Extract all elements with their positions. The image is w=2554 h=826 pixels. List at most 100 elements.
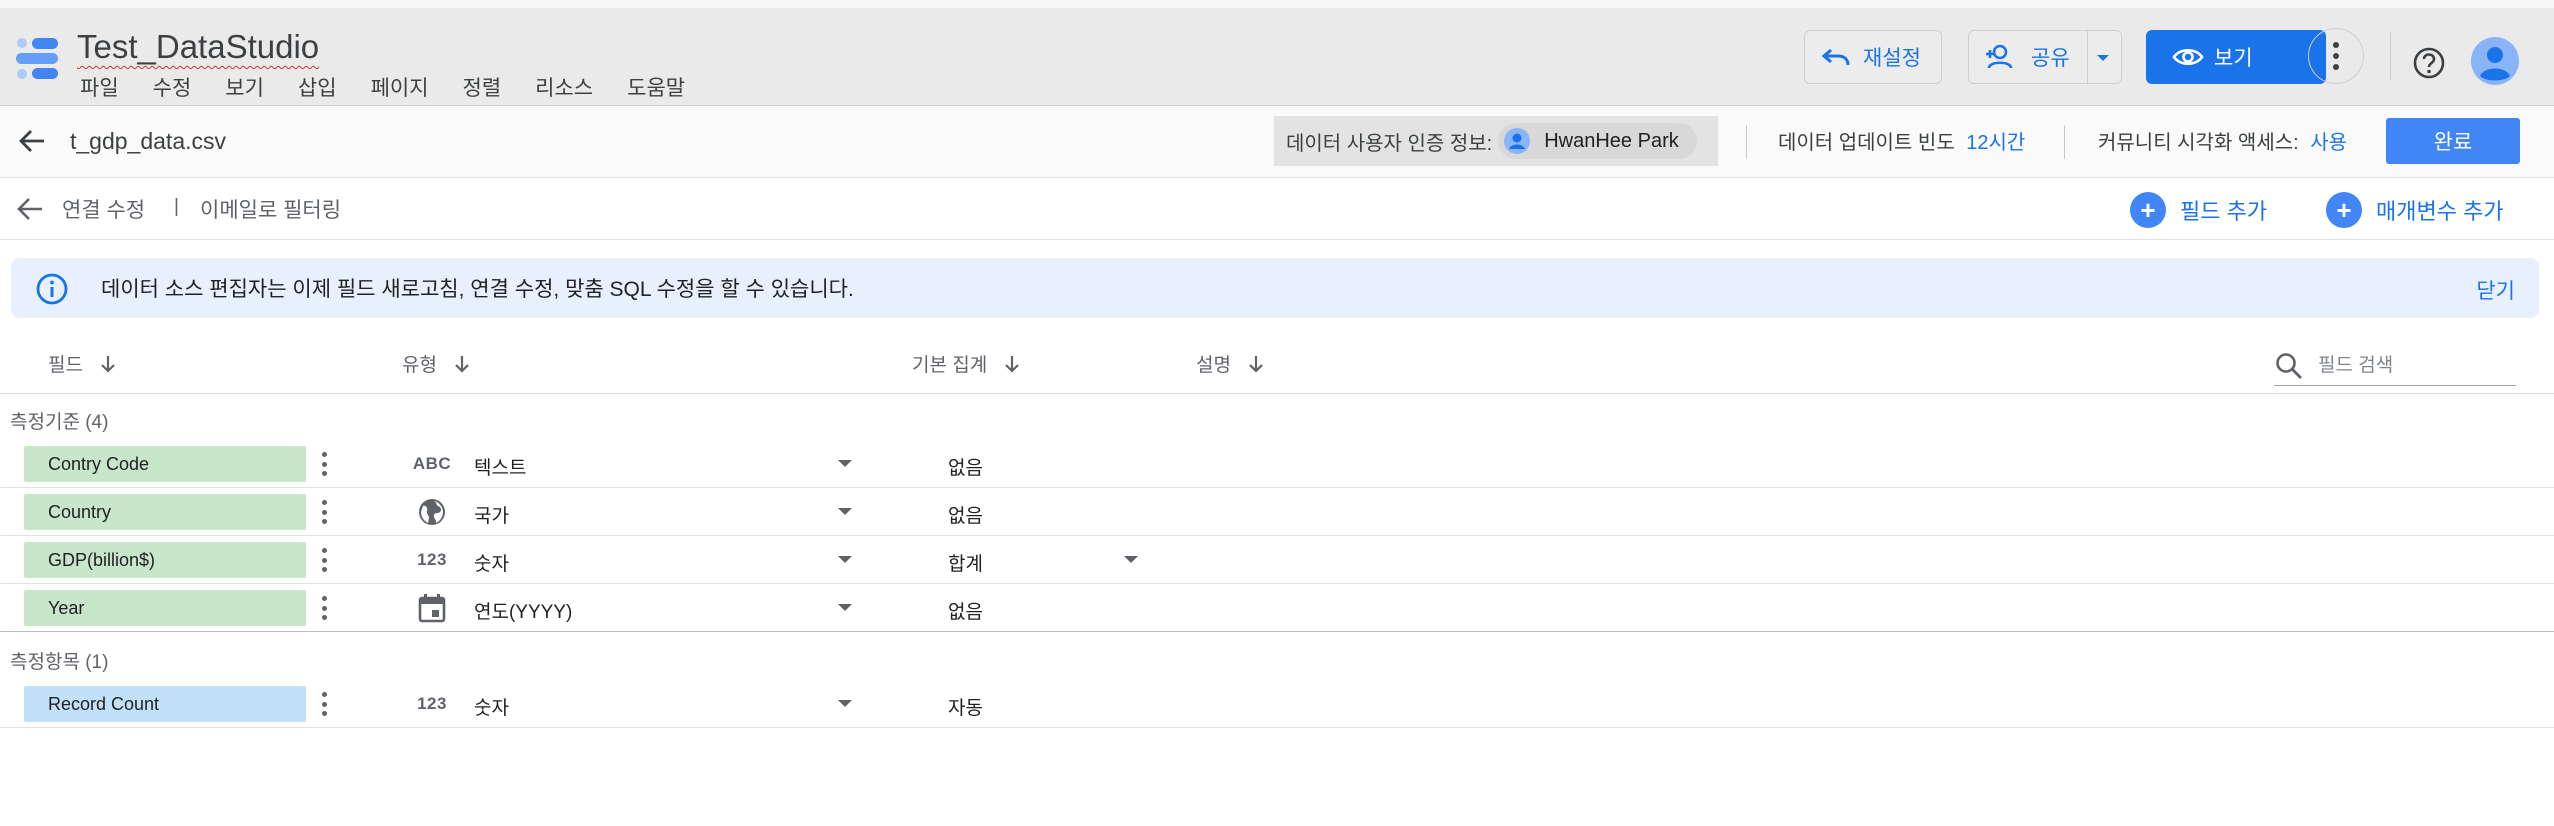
column-type-label: 유형 bbox=[402, 355, 437, 376]
column-aggregation[interactable]: 기본 집계 bbox=[912, 350, 1021, 377]
back-arrow-icon[interactable] bbox=[18, 128, 46, 154]
add-person-icon bbox=[1986, 44, 2013, 69]
add-parameter-label: 매개변수 추가 bbox=[2376, 199, 2504, 224]
field-menu-button[interactable] bbox=[316, 546, 332, 574]
data-source-name[interactable]: t_gdp_data.csv bbox=[70, 128, 226, 155]
user-avatar-icon bbox=[1504, 128, 1531, 154]
field-search[interactable] bbox=[2274, 346, 2516, 386]
aggregation-dropdown-icon[interactable] bbox=[1124, 556, 1138, 563]
menu-view[interactable]: 보기 bbox=[225, 72, 264, 102]
search-input[interactable] bbox=[2318, 354, 2488, 377]
email-filter-link[interactable]: 이메일로 필터링 bbox=[200, 194, 341, 224]
community-viz-access[interactable]: 커뮤니티 시각화 액세스: 사용 bbox=[2098, 126, 2347, 155]
field-name-chip[interactable]: Country bbox=[24, 494, 306, 530]
reset-button[interactable]: 재설정 bbox=[1804, 30, 1942, 84]
globe-icon bbox=[412, 496, 452, 528]
avatar[interactable] bbox=[2470, 36, 2520, 86]
menu-file[interactable]: 파일 bbox=[80, 72, 119, 102]
freshness-label: 데이터 업데이트 빈도 bbox=[1778, 132, 1955, 154]
banner-close-link[interactable]: 닫기 bbox=[2476, 275, 2515, 305]
share-dropdown-icon[interactable] bbox=[2097, 55, 2109, 61]
number-type-icon: 123 bbox=[417, 550, 447, 569]
info-icon bbox=[36, 273, 68, 305]
reset-label: 재설정 bbox=[1863, 47, 1921, 70]
field-aggregation: 없음 bbox=[948, 506, 983, 527]
datastudio-logo-icon[interactable] bbox=[14, 36, 60, 80]
type-dropdown-icon[interactable] bbox=[838, 460, 852, 467]
undo-icon bbox=[1821, 48, 1850, 66]
type-dropdown-icon[interactable] bbox=[838, 556, 852, 563]
help-icon[interactable] bbox=[2412, 46, 2446, 80]
field-menu-button[interactable] bbox=[316, 594, 332, 622]
menu-insert[interactable]: 삽입 bbox=[298, 72, 337, 102]
field-aggregation: 자동 bbox=[948, 698, 983, 719]
credentials-box[interactable]: 데이터 사용자 인증 정보: HwanHee Park bbox=[1274, 116, 1718, 166]
column-type[interactable]: 유형 bbox=[402, 350, 471, 377]
number-type-icon: 123 bbox=[417, 694, 447, 713]
column-aggregation-label: 기본 집계 bbox=[912, 355, 988, 376]
type-dropdown-icon[interactable] bbox=[838, 508, 852, 515]
field-menu-button[interactable] bbox=[316, 450, 332, 478]
more-options-button[interactable] bbox=[2308, 28, 2364, 84]
field-type[interactable]: 연도(YYYY) bbox=[474, 597, 572, 624]
view-button[interactable]: 보기 bbox=[2146, 30, 2326, 84]
report-title[interactable]: Test_DataStudio bbox=[77, 28, 319, 66]
field-type[interactable]: 숫자 bbox=[474, 693, 509, 720]
credentials-user-chip[interactable]: HwanHee Park bbox=[1498, 123, 1697, 159]
edit-connection-link[interactable]: 연결 수정 bbox=[62, 194, 145, 224]
field-type[interactable]: 국가 bbox=[474, 501, 509, 528]
add-parameter-button[interactable]: + 매개변수 추가 bbox=[2326, 192, 2504, 228]
calendar-icon bbox=[412, 592, 452, 624]
menu-edit[interactable]: 수정 bbox=[153, 72, 192, 102]
table-row: Contry Code ABC 텍스트 없음 bbox=[0, 440, 2554, 488]
info-banner: 데이터 소스 편집자는 이제 필드 새로고침, 연결 수정, 맞춤 SQL 수정… bbox=[11, 258, 2539, 318]
field-aggregation: 없음 bbox=[948, 602, 983, 623]
column-description-label: 설명 bbox=[1196, 355, 1231, 376]
menu-arrange[interactable]: 정렬 bbox=[463, 72, 502, 102]
column-field[interactable]: 필드 bbox=[48, 350, 117, 377]
done-button[interactable]: 완료 bbox=[2386, 118, 2520, 164]
menu-bar: 파일 수정 보기 삽입 페이지 정렬 리소스 도움말 bbox=[80, 72, 719, 102]
type-dropdown-icon[interactable] bbox=[838, 700, 852, 707]
add-field-button[interactable]: + 필드 추가 bbox=[2130, 192, 2267, 228]
menu-page[interactable]: 페이지 bbox=[371, 72, 429, 102]
dimensions-section-title: 측정기준 (4) bbox=[10, 412, 109, 433]
sort-arrow-icon bbox=[1005, 355, 1019, 373]
field-table-header: 필드 유형 기본 집계 설명 bbox=[0, 340, 2554, 394]
field-type[interactable]: 숫자 bbox=[474, 549, 509, 576]
table-row: GDP(billion$) 123 숫자 합계 bbox=[0, 536, 2554, 584]
community-value-link[interactable]: 사용 bbox=[2310, 132, 2347, 154]
text-type-icon: ABC bbox=[412, 454, 452, 473]
field-menu-button[interactable] bbox=[316, 498, 332, 526]
divider bbox=[2390, 32, 2391, 80]
field-type[interactable]: 텍스트 bbox=[474, 453, 526, 480]
menu-help[interactable]: 도움말 bbox=[627, 72, 685, 102]
sort-arrow-icon bbox=[1249, 355, 1263, 373]
app-header: Test_DataStudio 파일 수정 보기 삽입 페이지 정렬 리소스 도… bbox=[0, 0, 2554, 106]
add-field-label: 필드 추가 bbox=[2180, 199, 2268, 224]
field-name-chip[interactable]: GDP(billion$) bbox=[24, 542, 306, 578]
menu-resource[interactable]: 리소스 bbox=[535, 72, 593, 102]
plus-icon: + bbox=[2130, 192, 2166, 228]
field-name-chip[interactable]: Record Count bbox=[24, 686, 306, 722]
field-name-chip[interactable]: Contry Code bbox=[24, 446, 306, 482]
table-row: Record Count 123 숫자 자동 bbox=[0, 680, 2554, 728]
freshness-value-link[interactable]: 12시간 bbox=[1966, 132, 2025, 154]
plus-icon: + bbox=[2326, 192, 2362, 228]
column-description[interactable]: 설명 bbox=[1196, 350, 1265, 377]
metrics-section-title: 측정항목 (1) bbox=[10, 652, 109, 673]
field-name-chip[interactable]: Year bbox=[24, 590, 306, 626]
sort-arrow-icon bbox=[101, 355, 115, 373]
share-label: 공유 bbox=[2031, 47, 2070, 70]
data-freshness[interactable]: 데이터 업데이트 빈도 12시간 bbox=[1778, 126, 2025, 155]
back-arrow-icon[interactable] bbox=[16, 196, 44, 222]
view-label: 보기 bbox=[2214, 47, 2253, 70]
type-dropdown-icon[interactable] bbox=[838, 604, 852, 611]
field-aggregation[interactable]: 합계 bbox=[948, 549, 983, 576]
edit-toolbar: 연결 수정 | 이메일로 필터링 + 필드 추가 + 매개변수 추가 bbox=[0, 178, 2554, 240]
search-icon bbox=[2276, 352, 2302, 379]
community-label: 커뮤니티 시각화 액세스: bbox=[2098, 132, 2299, 154]
column-field-label: 필드 bbox=[48, 355, 83, 376]
share-button[interactable]: 공유 bbox=[1968, 30, 2122, 84]
field-menu-button[interactable] bbox=[316, 690, 332, 718]
